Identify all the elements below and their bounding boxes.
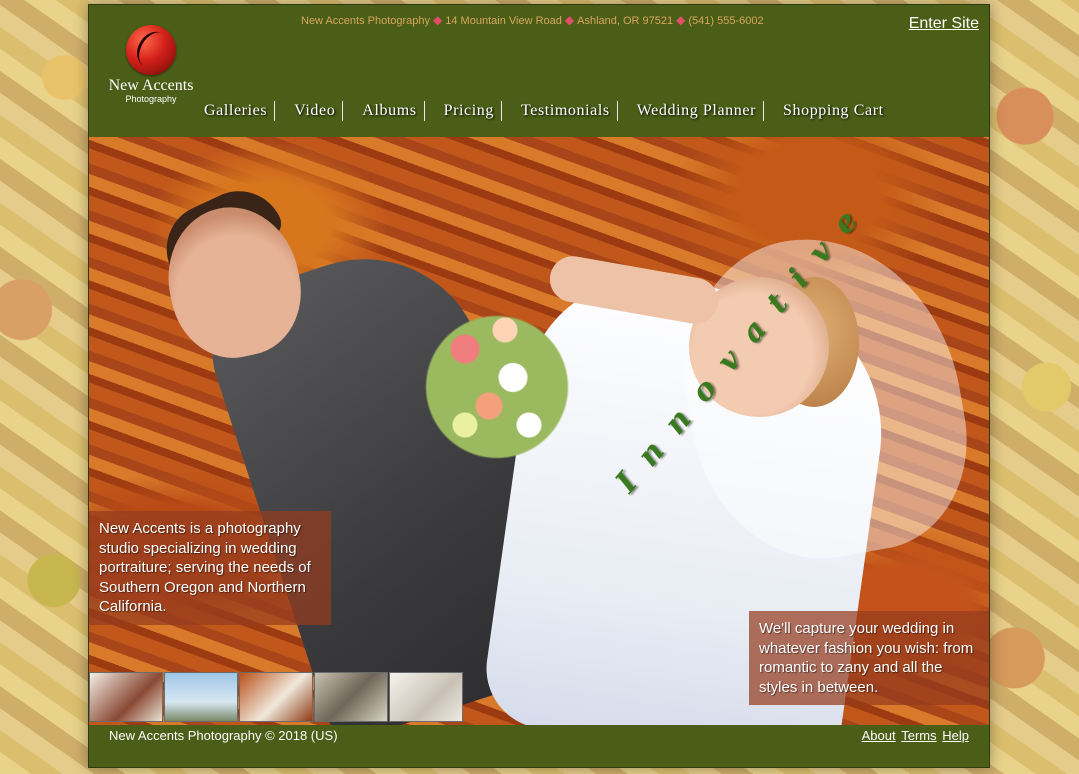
nav-testimonials[interactable]: Testimonials: [514, 101, 618, 121]
nav-galleries[interactable]: Galleries: [197, 101, 276, 121]
caption-left: New Accents is a photography studio spec…: [89, 511, 331, 625]
nav-pricing[interactable]: Pricing: [437, 101, 502, 121]
diamond-icon: ◆: [564, 13, 575, 27]
phone: (541) 555-6002: [688, 15, 764, 27]
address: 14 Mountain View Road: [445, 15, 562, 27]
thumbnail[interactable]: [239, 672, 313, 722]
nav-wedding-planner[interactable]: Wedding Planner: [630, 101, 764, 121]
footer-link-help[interactable]: Help: [942, 728, 969, 743]
footer-link-terms[interactable]: Terms: [901, 728, 936, 743]
diamond-icon: ◆: [433, 13, 443, 27]
logo[interactable]: New Accents Photography: [105, 25, 197, 107]
logo-name: New Accents: [108, 77, 194, 94]
nav-shopping-cart[interactable]: Shopping Cart: [776, 101, 891, 121]
thumbnail[interactable]: [164, 672, 238, 722]
diamond-icon: ◆: [676, 13, 686, 27]
bouquet: [417, 292, 577, 482]
footer-link-about[interactable]: About: [862, 728, 896, 743]
caption-right: We'll capture your wedding in whatever f…: [749, 611, 989, 705]
nav-video[interactable]: Video: [287, 101, 344, 121]
enter-site-link[interactable]: Enter Site: [909, 15, 979, 33]
main-nav: Galleries Video Albums Pricing Testimoni…: [197, 101, 903, 121]
logo-subtitle: Photography: [125, 94, 177, 104]
site-footer: New Accents Photography © 2018 (US) Abou…: [89, 725, 989, 767]
page-frame: New Accents Photography New Accents Phot…: [88, 4, 990, 768]
thumbnail[interactable]: [89, 672, 163, 722]
logo-mark-icon: [126, 25, 176, 75]
studio-name: New Accents Photography: [301, 15, 431, 27]
hero-image: Innovative New Accents is a photography …: [89, 137, 989, 725]
contact-line: New Accents Photography ◆ 14 Mountain View…: [301, 13, 764, 27]
nav-albums[interactable]: Albums: [355, 101, 425, 121]
thumbnail-strip: [89, 672, 464, 722]
city: Ashland, OR 97521: [577, 15, 674, 27]
thumbnail[interactable]: [314, 672, 388, 722]
copyright: New Accents Photography © 2018 (US): [109, 728, 338, 743]
footer-links: About Terms Help: [860, 728, 969, 743]
site-header: New Accents Photography New Accents Phot…: [89, 5, 989, 137]
thumbnail[interactable]: [389, 672, 463, 722]
